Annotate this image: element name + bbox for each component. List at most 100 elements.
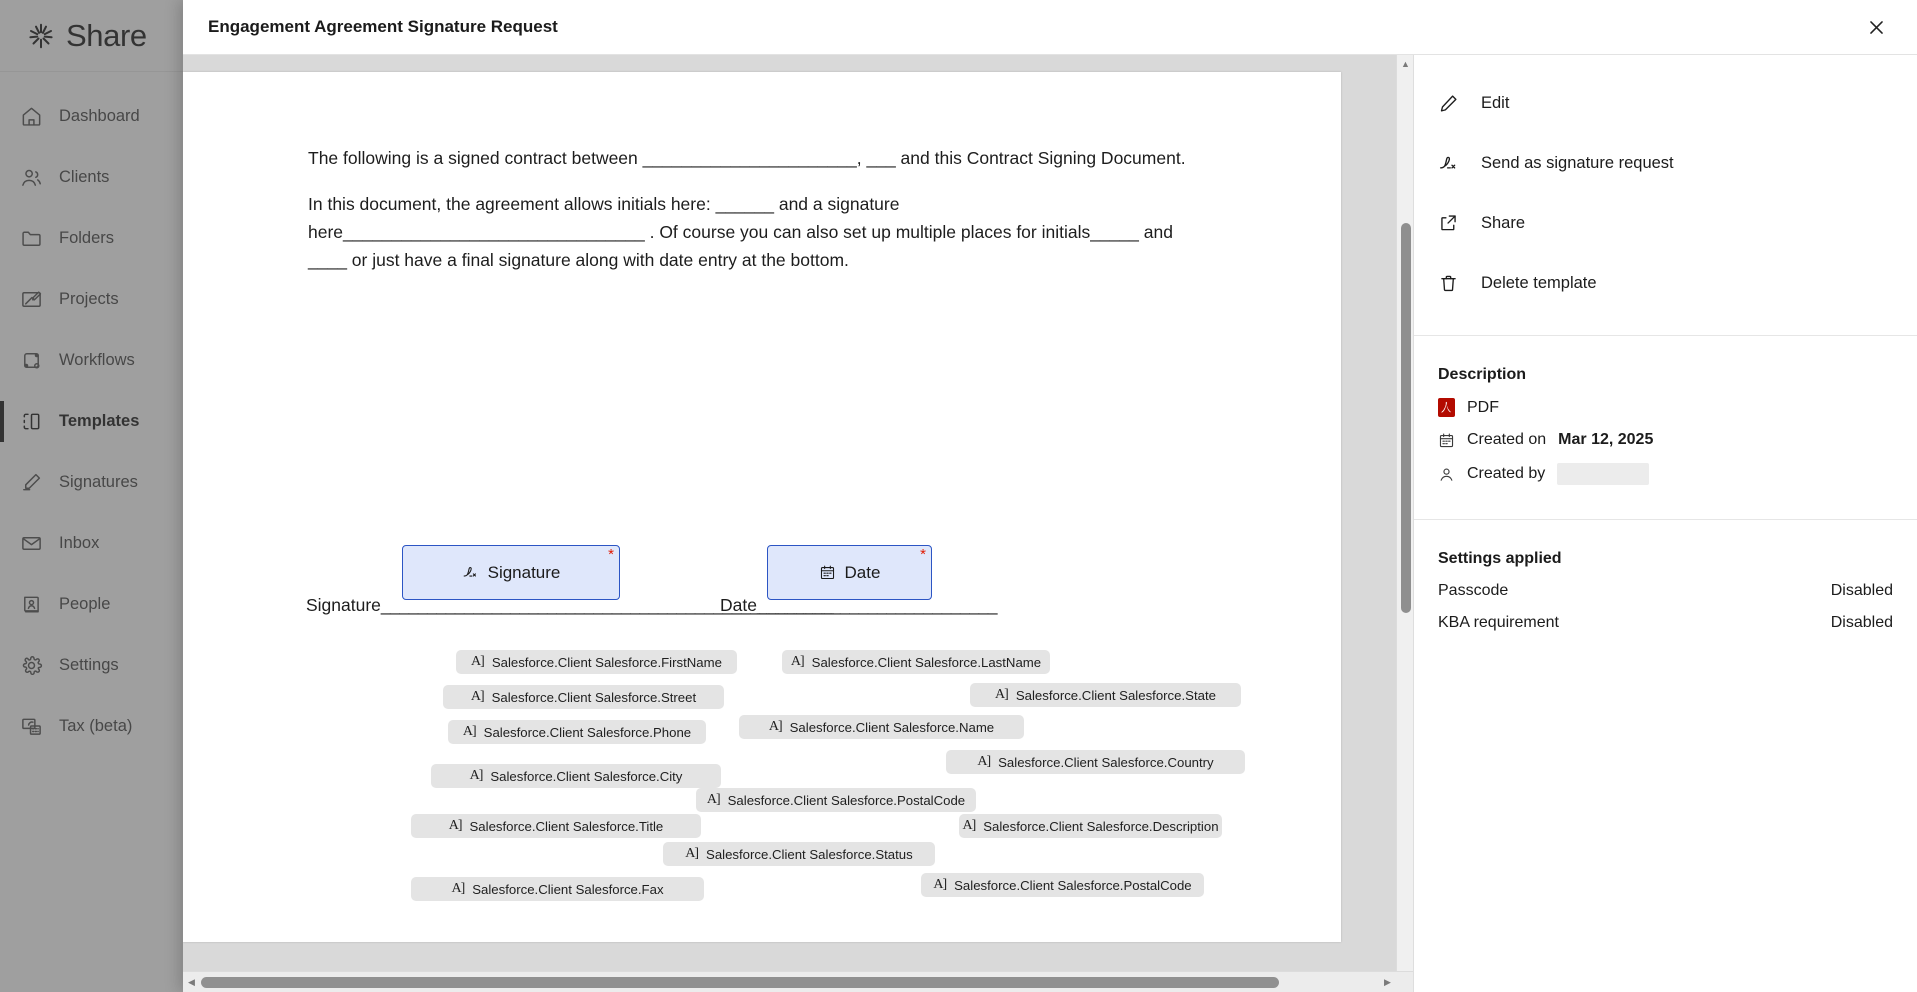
created-by-value-redacted [1557,463,1650,485]
merge-field-label: Salesforce.Client Salesforce.Phone [483,724,692,740]
text-field-icon: A] [962,818,976,833]
viewer-scroll-area: The following is a signed contract betwe… [183,55,1413,971]
text-field-icon: A] [462,724,477,739]
merge-field-tag[interactable]: A] Salesforce.Client Salesforce.State [970,683,1241,707]
text-field-icon: A] [469,768,484,783]
setting-label: KBA requirement [1438,614,1559,631]
modal-body: The following is a signed contract betwe… [183,55,1917,992]
action-delete-template-button[interactable]: Delete template [1414,253,1917,313]
settings-applied-heading: Settings applied [1438,550,1562,567]
action-share-button[interactable]: Share [1414,193,1917,253]
pdf-icon [1438,398,1455,417]
merge-field-label: Salesforce.Client Salesforce.Title [469,818,664,834]
pencil-icon [1438,93,1459,114]
merge-field-label: Salesforce.Client Salesforce.City [490,768,683,784]
setting-row: KBA requirement Disabled [1438,614,1893,632]
description-heading: Description [1438,366,1527,383]
file-type-label: PDF [1467,398,1499,416]
document-paragraph: In this document, the agreement allows i… [308,194,1173,270]
merge-field-tag[interactable]: A] Salesforce.Client Salesforce.PostalCod… [696,788,976,812]
created-on-row: Created on Mar 12, 2025 [1438,431,1893,449]
merge-field-label: Salesforce.Client Salesforce.Country [998,754,1214,770]
merge-field-label: Salesforce.Client Salesforce.LastName [811,654,1042,670]
viewer-horizontal-scrollbar[interactable]: ◀ ▶ [183,971,1413,992]
merge-field-label: Salesforce.Client Salesforce.State [1015,687,1216,703]
merge-field-label: Salesforce.Client Salesforce.Name [789,719,995,735]
merge-field-tag[interactable]: A] Salesforce.Client Salesforce.Street [443,685,724,709]
action-send-as-signature-request-button[interactable]: Send as signature request [1414,133,1917,193]
created-by-row: Created by [1438,463,1893,485]
action-label: Share [1481,213,1526,232]
document-viewer: The following is a signed contract betwe… [183,55,1414,992]
merge-field-tag[interactable]: A] Salesforce.Client Salesforce.Country [946,750,1245,774]
template-preview-modal: Engagement Agreement Signature Request T… [183,0,1917,992]
merge-field-tag[interactable]: A] Salesforce.Client Salesforce.City [431,764,721,788]
triangle-right-icon[interactable]: ▶ [1379,974,1396,991]
merge-field-tag[interactable]: A] Salesforce.Client Salesforce.Descripti… [959,814,1222,838]
merge-field-tag[interactable]: A] Salesforce.Client Salesforce.LastName [782,650,1050,674]
action-list: Edit Send as signature request Share Delete… [1414,55,1917,336]
merge-field-tag[interactable]: A] Salesforce.Client Salesforce.Name [739,715,1024,739]
signature-field-widget[interactable]: * Signature [402,545,620,600]
person-icon [1438,466,1455,483]
date-field-widget[interactable]: * Date [767,545,932,600]
action-label: Edit [1481,93,1510,112]
merge-field-label: Salesforce.Client Salesforce.Description [983,818,1219,834]
calendar-icon [1438,432,1455,449]
calendar-icon [819,564,836,581]
triangle-left-icon[interactable]: ◀ [183,974,200,991]
text-field-icon: A] [995,687,1009,702]
share-icon [1438,213,1459,234]
date-text: Date [720,595,757,615]
text-field-icon: A] [768,719,783,734]
setting-value: Disabled [1830,582,1893,599]
merge-field-label: Salesforce.Client Salesforce.FirstName [491,654,722,670]
required-asterisk: * [608,546,614,563]
settings-applied-section: Settings applied Passcode Disabled KBA req… [1414,520,1917,632]
text-field-icon: A] [471,654,485,669]
action-edit-button[interactable]: Edit [1414,73,1917,133]
signature-text: Signature [306,595,381,615]
merge-field-tag[interactable]: A] Salesforce.Client Salesforce.PostalCod… [921,873,1204,897]
trash-icon [1438,273,1459,294]
text-field-icon: A] [448,818,463,833]
merge-field-label: Salesforce.Client Salesforce.Street [491,689,697,705]
settings-rows: Passcode Disabled KBA requirement Disabled [1438,582,1893,632]
document-text: The following is a signed contract betwe… [308,144,1208,274]
text-field-icon: A] [977,754,991,769]
viewer-vertical-scrollbar[interactable]: ▲ ▼ [1396,55,1413,992]
merge-field-label: Salesforce.Client Salesforce.PostalCode [727,792,966,808]
setting-value: Disabled [1830,614,1893,631]
horizontal-scroll-thumb[interactable] [201,977,1279,988]
close-icon[interactable] [1859,10,1893,44]
modal-header: Engagement Agreement Signature Request [183,0,1917,55]
required-asterisk: * [920,546,926,563]
date-field-label: Date [844,562,881,582]
text-field-icon: A] [451,881,465,896]
action-label: Send as signature request [1481,153,1674,172]
setting-label: Passcode [1438,582,1509,599]
triangle-up-icon[interactable]: ▲ [1397,55,1414,72]
text-field-icon: A] [706,792,721,807]
vertical-scroll-thumb[interactable] [1400,223,1411,613]
created-on-value: Mar 12, 2025 [1558,431,1654,448]
merge-field-tag[interactable]: A] Salesforce.Client Salesforce.FirstName [456,650,737,674]
signature-icon [1438,153,1459,174]
section-divider-spacer [1438,485,1893,519]
merge-field-tag[interactable]: A] Salesforce.Client Salesforce.Status [663,842,935,866]
created-on-label: Created on [1467,431,1547,448]
description-section: Description PDF Created on Mar 12, 2025 … [1414,336,1917,520]
merge-field-label: Salesforce.Client Salesforce.PostalCode [954,877,1192,893]
document-page: The following is a signed contract betwe… [183,72,1341,942]
signature-field-label: Signature [487,562,561,582]
merge-field-tag[interactable]: A] Salesforce.Client Salesforce.Phone [448,720,706,744]
merge-field-label: Salesforce.Client Salesforce.Status [706,846,913,862]
text-field-icon: A] [790,654,805,669]
merge-field-tag[interactable]: A] Salesforce.Client Salesforce.Fax [411,877,704,901]
merge-field-tag[interactable]: A] Salesforce.Client Salesforce.Title [411,814,701,838]
file-type-row: PDF [1438,398,1893,417]
created-by-label: Created by [1467,465,1546,482]
setting-row: Passcode Disabled [1438,582,1893,600]
document-paragraph: The following is a signed contract betwe… [308,148,1186,168]
merge-field-label: Salesforce.Client Salesforce.Fax [472,881,664,897]
